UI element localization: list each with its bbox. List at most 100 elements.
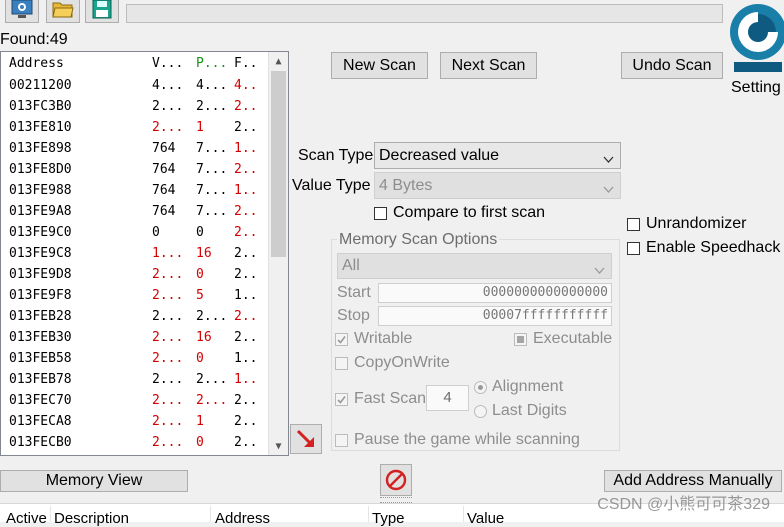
table-row[interactable]: 013FE9A8 764 7... 2.. [1, 202, 269, 223]
cell-first: 2.. [234, 414, 258, 429]
region-value: All [342, 257, 360, 274]
cell-previous: 16 [196, 246, 212, 261]
cell-value: 764 [152, 141, 176, 156]
start-address-field[interactable]: 0000000000000000 [378, 283, 612, 303]
cell-address: 013FE988 [9, 183, 72, 198]
copy-on-write-box[interactable] [335, 356, 348, 370]
pause-game-checkbox[interactable]: Pause the game while scanning [335, 431, 580, 449]
table-row[interactable]: 013FEB78 2... 2... 1.. [1, 370, 269, 391]
open-file-button[interactable] [46, 0, 80, 23]
new-scan-button[interactable]: New Scan [331, 52, 428, 79]
header-first[interactable]: F.. [234, 56, 257, 71]
cell-value: 764 [152, 162, 176, 177]
settings-label[interactable]: Setting [731, 79, 781, 97]
header-description[interactable]: Description [54, 510, 129, 527]
executable-box[interactable] [514, 332, 527, 346]
save-button[interactable] [85, 0, 119, 23]
scroll-thumb[interactable] [271, 71, 286, 257]
add-selected-button[interactable] [290, 424, 322, 454]
unrandomizer-checkbox[interactable]: Unrandomizer [627, 215, 746, 233]
next-scan-button[interactable]: Next Scan [440, 52, 537, 79]
writable-box[interactable] [335, 332, 348, 346]
speedhack-label: Enable Speedhack [646, 239, 781, 256]
table-row[interactable]: 013FE8D0 764 7... 2.. [1, 160, 269, 181]
cell-first: 2.. [234, 393, 258, 408]
checkmark-icon [337, 335, 346, 344]
value-type-select[interactable]: 4 Bytes [374, 172, 621, 199]
compare-first-box[interactable] [374, 206, 387, 220]
table-row[interactable]: 013FEB58 2... 0 1.. [1, 349, 269, 370]
cell-value: 2... [152, 288, 184, 303]
save-icon [92, 0, 112, 19]
last-digits-radio-dot[interactable] [474, 404, 487, 418]
fast-scan-checkbox[interactable]: Fast Scan [335, 390, 426, 408]
table-row[interactable]: 013FEB30 2... 16 2.. [1, 328, 269, 349]
executable-label: Executable [533, 330, 613, 347]
compare-first-checkbox[interactable]: Compare to first scan [374, 204, 545, 222]
indeterminate-icon [517, 335, 524, 343]
table-row[interactable]: 013FECB0 2... 0 2.. [1, 433, 269, 454]
scan-type-select[interactable]: Decreased value [374, 142, 621, 169]
add-address-button[interactable]: Add Address Manually [604, 470, 782, 492]
results-scrollbar[interactable]: ▲ ▼ [268, 52, 288, 455]
unrandomizer-label: Unrandomizer [646, 215, 747, 232]
stop-address-field[interactable]: 00007fffffffffff [378, 306, 612, 326]
unrandomizer-box[interactable] [627, 217, 640, 231]
header-previous[interactable]: P... [196, 56, 227, 71]
table-row[interactable]: 013FC3B0 2... 2... 2.. [1, 97, 269, 118]
pause-game-box[interactable] [335, 433, 348, 447]
executable-checkbox[interactable]: Executable [514, 330, 612, 348]
writable-checkbox[interactable]: Writable [335, 330, 412, 348]
table-row[interactable]: 00211200 4... 4... 4.. [1, 76, 269, 97]
stop-button[interactable] [380, 464, 412, 496]
alignment-radio[interactable]: Alignment [474, 378, 563, 396]
cell-value: 2... [152, 372, 184, 387]
table-row[interactable]: 013FE988 764 7... 1.. [1, 181, 269, 202]
header-address[interactable]: Address [9, 56, 64, 71]
table-row[interactable]: 013FECA8 2... 1 2.. [1, 412, 269, 433]
speedhack-box[interactable] [627, 241, 640, 255]
header-value[interactable]: V... [152, 56, 183, 71]
open-file-icon [52, 2, 74, 18]
chevron-down-icon [603, 150, 614, 168]
cell-first: 2.. [234, 225, 258, 240]
table-row[interactable]: 013FE9C0 0 0 2.. [1, 223, 269, 244]
undo-scan-button[interactable]: Undo Scan [621, 52, 723, 79]
cell-address: 013FEB30 [9, 330, 72, 345]
header-address-col[interactable]: Address [215, 510, 270, 527]
scan-results-list[interactable]: Address V... P... F.. 00211200 4... 4... 4.… [0, 51, 289, 456]
cheat-engine-logo[interactable] [728, 0, 784, 74]
last-digits-radio[interactable]: Last Digits [474, 402, 567, 420]
cell-first: 2.. [234, 267, 258, 282]
header-type[interactable]: Type [372, 510, 405, 527]
copy-on-write-checkbox[interactable]: CopyOnWrite [335, 354, 450, 372]
fast-scan-box[interactable] [335, 392, 348, 406]
cell-previous: 1 [196, 414, 204, 429]
table-row[interactable]: 013FEB28 2... 2... 2.. [1, 307, 269, 328]
fast-scan-label: Fast Scan [354, 390, 427, 407]
scroll-down-icon[interactable]: ▼ [269, 437, 288, 455]
cell-address: 013FECA8 [9, 414, 72, 429]
table-row[interactable]: 013FE898 764 7... 1.. [1, 139, 269, 160]
process-list-button[interactable] [5, 0, 39, 23]
cell-value: 2... [152, 393, 184, 408]
table-row[interactable]: 013FE9C8 1... 16 2.. [1, 244, 269, 265]
memory-view-button[interactable]: Memory View [0, 470, 188, 492]
table-row[interactable]: 013FE810 2... 1 2.. [1, 118, 269, 139]
table-row[interactable]: 013FE9D8 2... 0 2.. [1, 265, 269, 286]
header-active[interactable]: Active [6, 510, 47, 527]
table-row[interactable]: 013FEC70 2... 2... 2.. [1, 391, 269, 412]
cell-address: 013FE810 [9, 120, 72, 135]
scroll-up-icon[interactable]: ▲ [269, 52, 288, 70]
cell-address: 00211200 [9, 78, 72, 93]
speedhack-checkbox[interactable]: Enable Speedhack [627, 239, 780, 257]
no-entry-icon [385, 469, 407, 491]
cell-previous: 2... [196, 393, 228, 408]
chevron-down-icon [594, 261, 605, 279]
alignment-radio-dot[interactable] [474, 380, 487, 394]
cell-previous: 2... [196, 99, 228, 114]
region-select[interactable]: All [337, 253, 612, 279]
fast-scan-value-field[interactable]: 4 [426, 385, 469, 411]
table-row[interactable]: 013FE9F8 2... 5 1.. [1, 286, 269, 307]
header-value-col[interactable]: Value [467, 510, 504, 527]
